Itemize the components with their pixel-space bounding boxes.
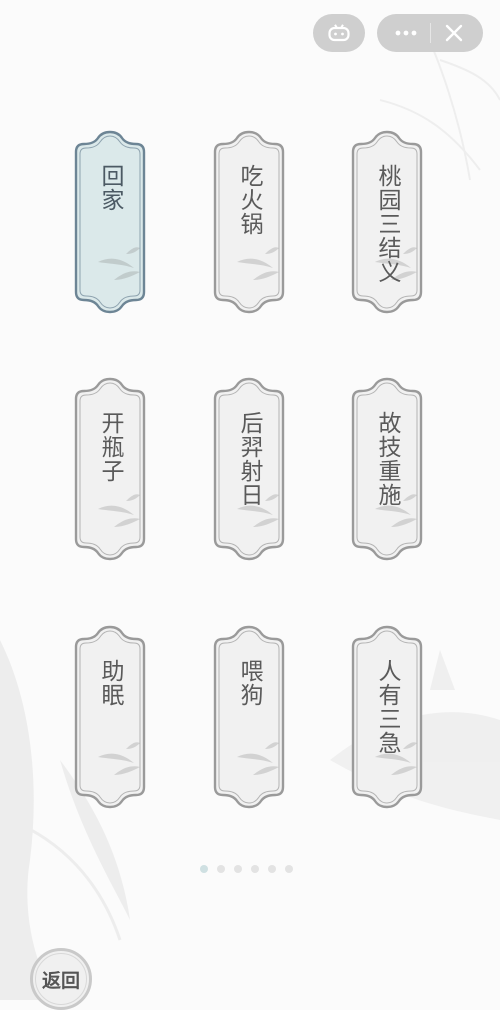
level-card-7[interactable]: 助眠 xyxy=(70,625,150,809)
level-title: 回家 xyxy=(97,164,123,212)
page-dot-1[interactable] xyxy=(200,865,208,873)
page-dot-6[interactable] xyxy=(285,865,293,873)
card-label-wrap: 回家 xyxy=(70,164,150,294)
back-button[interactable]: 返回 xyxy=(30,948,92,1010)
level-title: 吃火锅 xyxy=(236,164,262,236)
level-title: 故技重施 xyxy=(374,411,400,507)
more-dots-icon xyxy=(395,30,417,36)
level-card-2[interactable]: 吃火锅 xyxy=(209,130,289,314)
level-title: 喂狗 xyxy=(236,659,262,707)
level-card-6[interactable]: 故技重施 xyxy=(347,377,427,561)
level-title: 后羿射日 xyxy=(236,411,262,507)
level-card-4[interactable]: 开瓶子 xyxy=(70,377,150,561)
level-card-5[interactable]: 后羿射日 xyxy=(209,377,289,561)
level-title: 桃园三结义 xyxy=(374,164,400,284)
capsule-divider xyxy=(429,23,431,43)
level-card-8[interactable]: 喂狗 xyxy=(209,625,289,809)
card-label-wrap: 喂狗 xyxy=(209,659,289,789)
page-dot-2[interactable] xyxy=(217,865,225,873)
card-label-wrap: 人有三急 xyxy=(347,659,427,789)
level-title: 开瓶子 xyxy=(97,411,123,483)
game-center-button[interactable] xyxy=(313,14,365,52)
page-dot-3[interactable] xyxy=(234,865,242,873)
capsule-menu xyxy=(377,14,483,52)
page-indicator xyxy=(200,865,293,873)
page-dot-5[interactable] xyxy=(268,865,276,873)
level-card-1[interactable]: 回家 xyxy=(70,130,150,314)
close-icon xyxy=(445,24,463,42)
level-card-3[interactable]: 桃园三结义 xyxy=(347,130,427,314)
card-label-wrap: 桃园三结义 xyxy=(347,164,427,294)
level-title: 人有三急 xyxy=(374,659,400,755)
page-dot-4[interactable] xyxy=(251,865,259,873)
card-label-wrap: 开瓶子 xyxy=(70,411,150,541)
card-label-wrap: 后羿射日 xyxy=(209,411,289,541)
more-button[interactable] xyxy=(391,18,421,48)
card-label-wrap: 助眠 xyxy=(70,659,150,789)
gamepad-icon xyxy=(328,24,350,42)
level-card-9[interactable]: 人有三急 xyxy=(347,625,427,809)
card-label-wrap: 吃火锅 xyxy=(209,164,289,294)
level-title: 助眠 xyxy=(97,659,123,707)
card-label-wrap: 故技重施 xyxy=(347,411,427,541)
close-button[interactable] xyxy=(439,18,469,48)
back-button-label: 返回 xyxy=(35,953,87,1005)
